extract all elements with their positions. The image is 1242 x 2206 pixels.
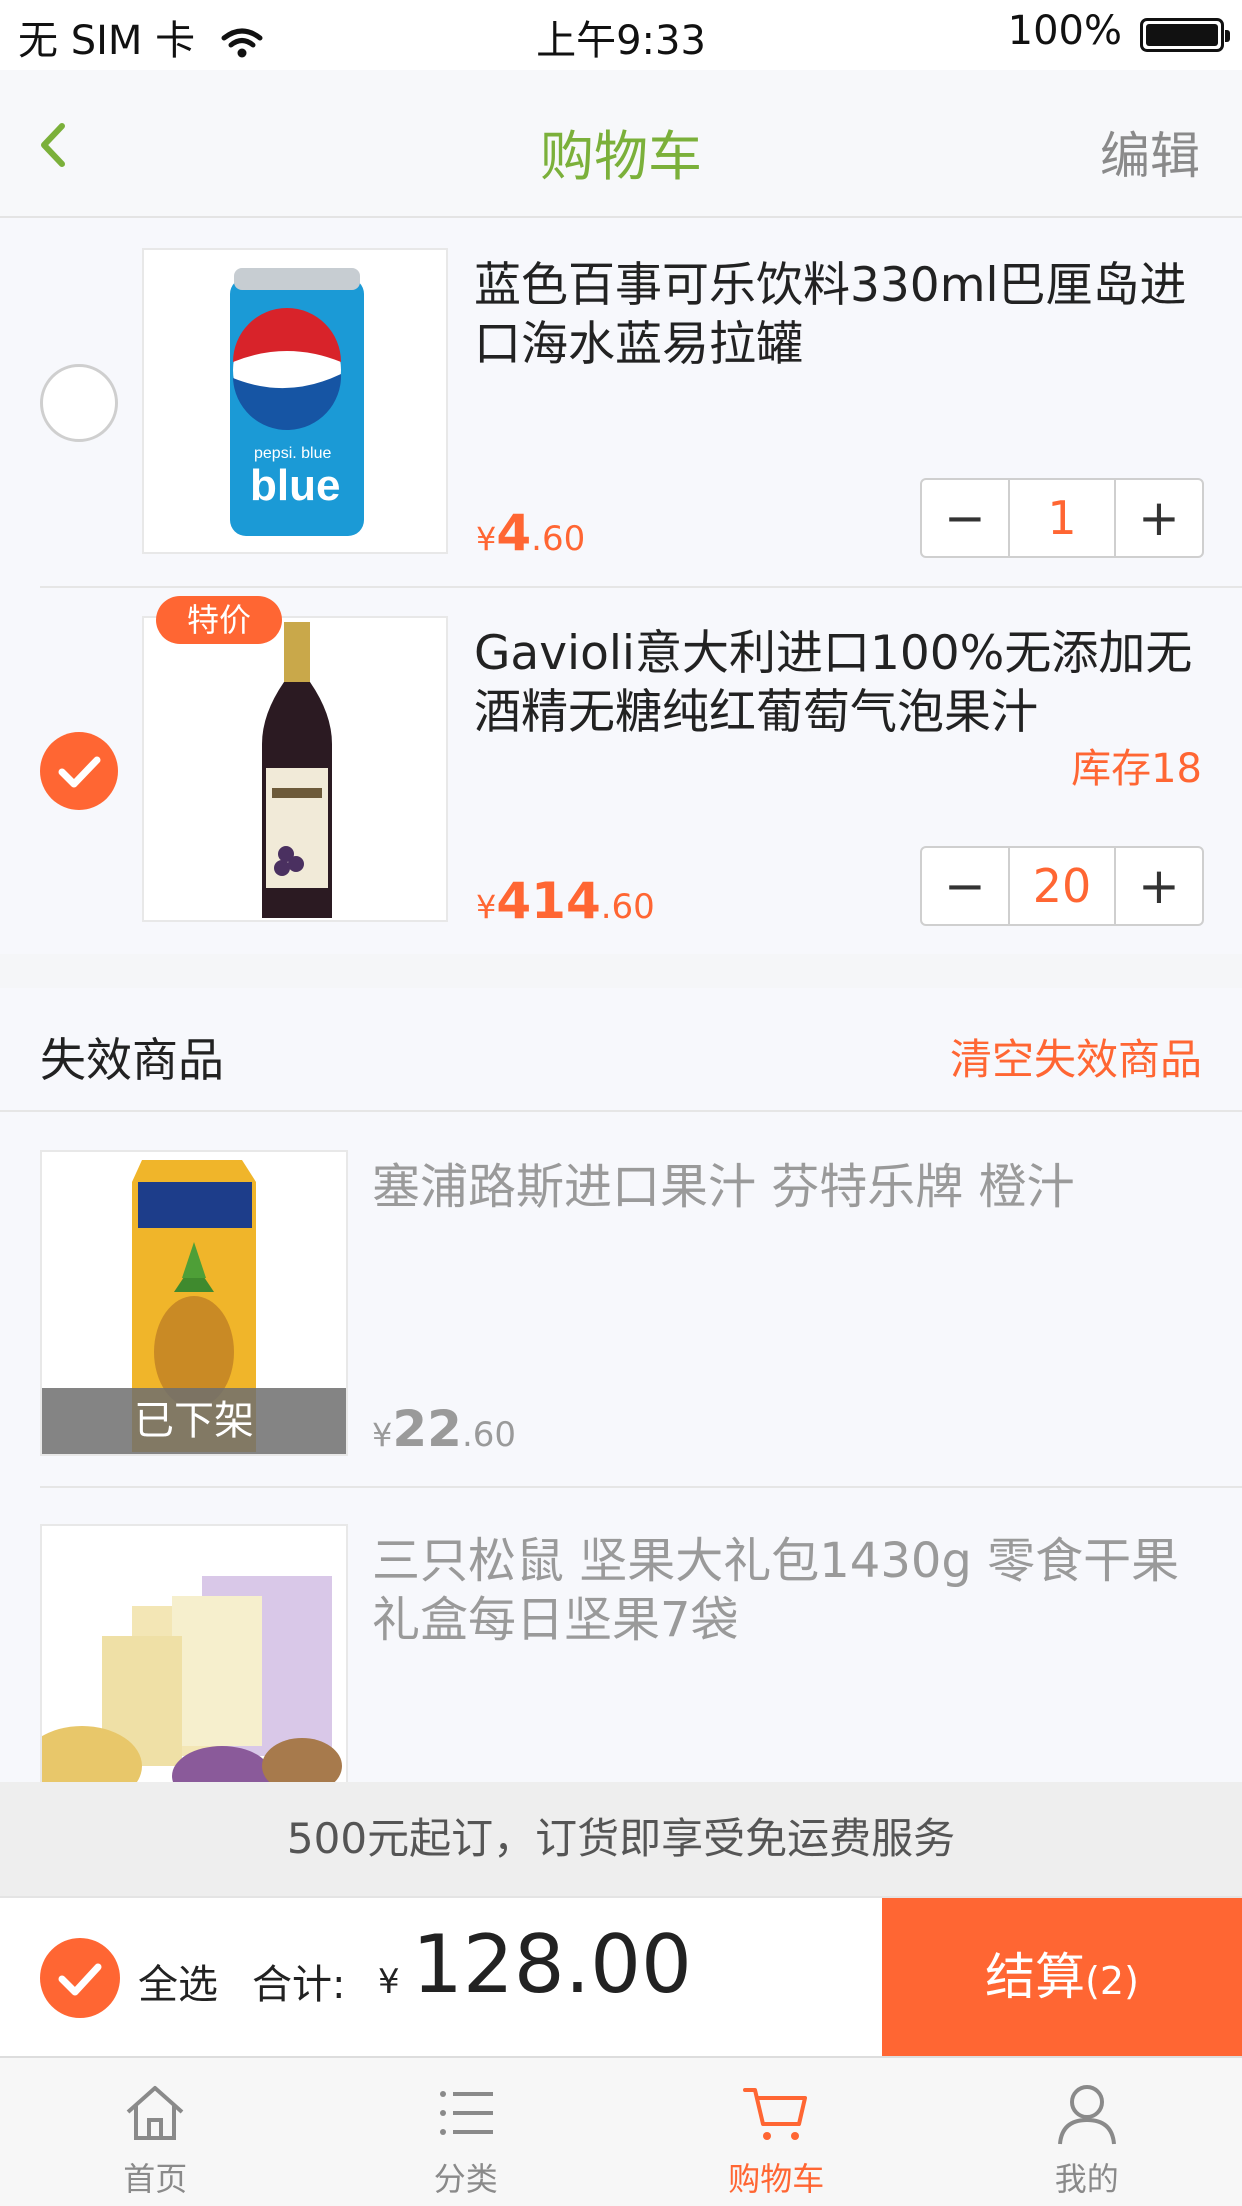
tab-profile[interactable]: 我的 — [932, 2058, 1242, 2206]
edit-button[interactable]: 编辑 — [1100, 116, 1200, 188]
free-shipping-banner: 500元起订，订货即享受免运费服务 — [0, 1782, 1242, 1896]
cart-icon — [743, 2088, 808, 2140]
divider — [40, 1486, 1242, 1488]
pepsi-can-image: pepsi. blue blue — [230, 268, 364, 536]
stock-label: 库存18 — [1071, 746, 1202, 792]
svg-text:pepsi. blue: pepsi. blue — [254, 445, 331, 462]
invalid-goods-section: 失效商品 清空失效商品 已下架 塞浦路斯进口果汁 芬特乐牌 橙汁 ¥22.60 … — [0, 988, 1242, 1830]
product-image-juice[interactable]: 已下架 — [40, 1150, 348, 1456]
checkout-button[interactable]: 结算(2) — [882, 1898, 1242, 2056]
select-all-checkbox[interactable] — [40, 1938, 120, 2018]
special-price-badge: 特价 — [156, 596, 282, 644]
total-label: 合计: — [252, 1962, 346, 2008]
cart-item: pepsi. blue blue 蓝色百事可乐饮料330ml巴厘岛进口海水蓝易拉… — [0, 218, 1242, 588]
quantity-value[interactable]: 20 — [1008, 848, 1116, 924]
item-title[interactable]: 蓝色百事可乐饮料330ml巴厘岛进口海水蓝易拉罐 — [474, 256, 1194, 374]
tab-label: 首页 — [123, 2160, 188, 2198]
product-image-wine[interactable] — [142, 616, 448, 922]
invalid-item-title[interactable]: 三只松鼠 坚果大礼包1430g 零食干果礼盒每日坚果7袋 — [372, 1532, 1192, 1650]
decrement-button[interactable]: − — [922, 848, 1008, 924]
quantity-stepper: − 20 + — [920, 846, 1204, 926]
invalid-goods-title: 失效商品 — [40, 1033, 224, 1087]
item-checkbox[interactable] — [40, 364, 118, 442]
item-checkbox-checked[interactable] — [40, 732, 118, 810]
battery-percent: 100% — [1007, 8, 1122, 54]
item-price: ¥4.60 — [476, 504, 586, 562]
item-price: ¥414.60 — [476, 872, 655, 930]
tab-label: 购物车 — [728, 2160, 825, 2198]
list-icon — [439, 2091, 493, 2135]
tab-cart[interactable]: 购物车 — [621, 2058, 932, 2206]
increment-button[interactable]: + — [1116, 848, 1202, 924]
invalid-item-price: ¥22.60 — [372, 1400, 517, 1458]
invalid-item-title[interactable]: 塞浦路斯进口果汁 芬特乐牌 橙汁 — [372, 1158, 1192, 1217]
invalid-goods-header: 失效商品 清空失效商品 — [0, 988, 1242, 1112]
home-icon — [126, 2086, 184, 2140]
product-image-pepsi[interactable]: pepsi. blue blue — [142, 248, 448, 554]
svg-text:blue: blue — [250, 461, 340, 510]
tab-category[interactable]: 分类 — [311, 2058, 622, 2206]
status-bar: 无 SIM 卡 上午9:33 100% — [0, 0, 1242, 70]
clear-invalid-button[interactable]: 清空失效商品 — [950, 1026, 1202, 1087]
quantity-value[interactable]: 1 — [1008, 480, 1116, 556]
check-icon — [58, 756, 101, 788]
battery-icon — [1140, 18, 1230, 52]
off-shelf-label: 已下架 — [42, 1388, 346, 1454]
total-amount: 128.00 — [412, 1918, 692, 2011]
wine-bottle-image — [262, 622, 332, 918]
quantity-stepper: − 1 + — [920, 478, 1204, 558]
tab-home[interactable]: 首页 — [0, 2058, 311, 2206]
tab-label: 我的 — [1054, 2160, 1119, 2198]
decrement-button[interactable]: − — [922, 480, 1008, 556]
checkout-count: (2) — [1085, 1959, 1139, 2003]
increment-button[interactable]: + — [1116, 480, 1202, 556]
tab-bar: 首页 分类 购物车 我的 — [0, 2056, 1242, 2206]
tab-label: 分类 — [433, 2160, 498, 2198]
checkout-button-label: 结算 — [985, 1948, 1086, 2006]
user-icon — [1057, 2085, 1116, 2145]
cart-list: pepsi. blue blue 蓝色百事可乐饮料330ml巴厘岛进口海水蓝易拉… — [0, 218, 1242, 954]
check-icon — [58, 1963, 102, 1996]
nav-bar: 购物车 编辑 — [0, 70, 1242, 218]
select-all-label[interactable]: 全选 — [138, 1952, 218, 2010]
checkout-bar: 全选 合计: ¥ 128.00 结算(2) — [0, 1896, 1242, 2056]
item-title[interactable]: Gavioli意大利进口100%无添加无酒精无糖纯红葡萄气泡果汁 — [474, 624, 1194, 742]
page-title: 购物车 — [540, 125, 702, 188]
total-currency: ¥ — [378, 1962, 400, 2002]
cart-item: 特价 Gavioli意大利进口100%无添加无酒精无糖纯红葡萄气泡果汁 库存18… — [0, 586, 1242, 954]
